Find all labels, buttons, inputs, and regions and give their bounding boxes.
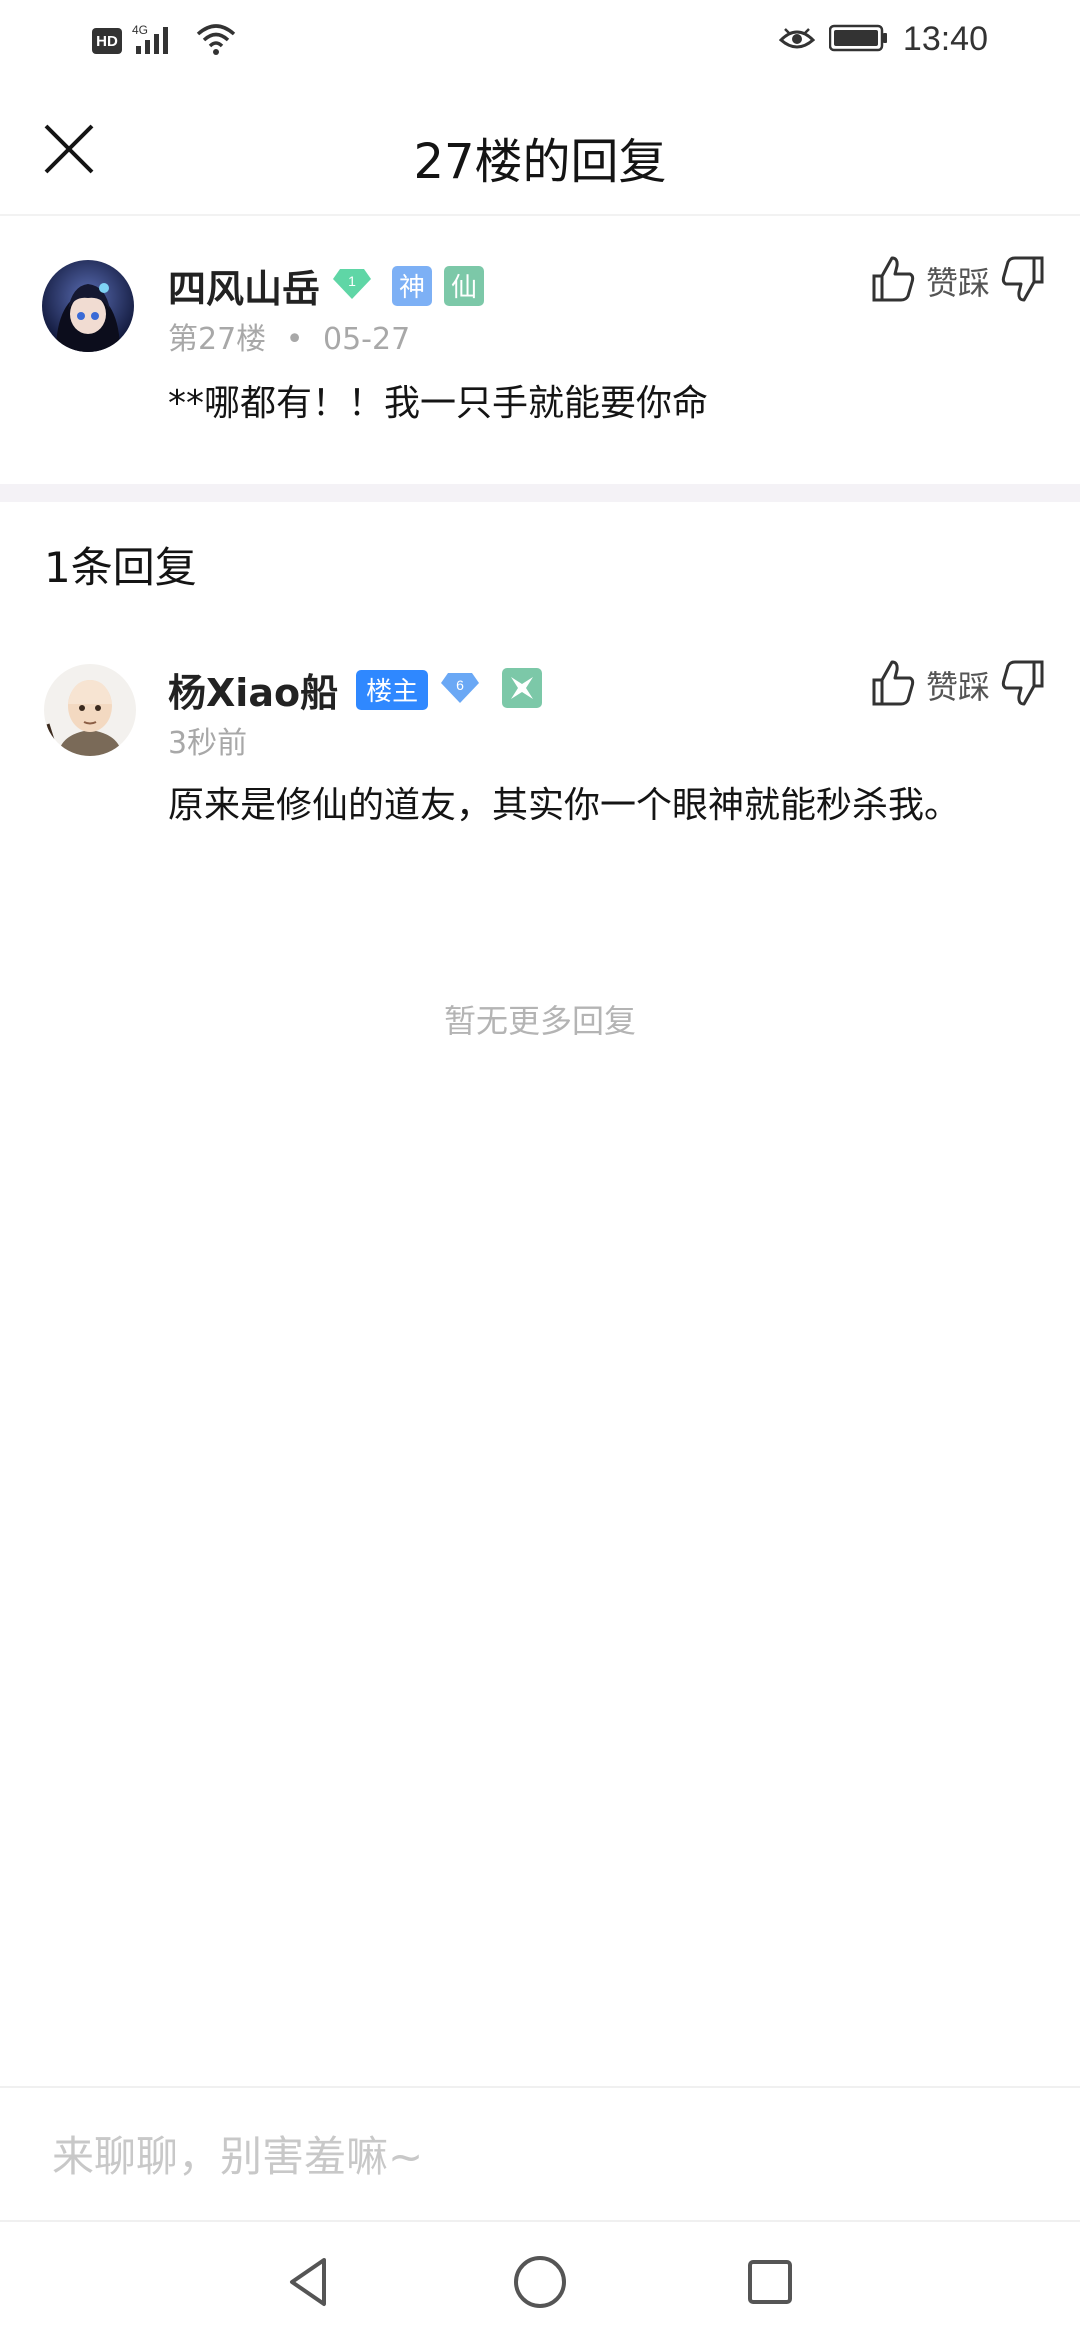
- reply-item: 杨Xiao船 楼主 6 3秒前 原来是修仙的道友，其实你一个眼神就能秒杀我。 赞…: [0, 640, 1080, 900]
- level-number: 1: [348, 273, 356, 289]
- username[interactable]: 四风山岳: [168, 258, 320, 313]
- header: 27楼的回复: [0, 84, 1080, 216]
- reply-content: 原来是修仙的道友，其实你一个眼神就能秒杀我。: [168, 785, 961, 826]
- tag-xian: 仙: [444, 265, 485, 306]
- username[interactable]: 杨Xiao船: [168, 662, 338, 717]
- thumbs-up-icon[interactable]: [870, 658, 916, 712]
- reply-count: 1条回复: [44, 543, 197, 592]
- section-divider: [0, 484, 1080, 502]
- hd-badge: HD: [92, 28, 122, 54]
- level-badge-icon: 1: [332, 267, 372, 305]
- svg-text:4G: 4G: [132, 23, 148, 37]
- vote-label: 赞踩: [925, 668, 990, 706]
- comment-input[interactable]: [52, 2124, 1032, 2188]
- no-more-replies: 暂无更多回复: [443, 1002, 636, 1040]
- thumbs-down-icon[interactable]: [1000, 254, 1046, 308]
- level-number: 6: [456, 677, 464, 693]
- comment-bar: [0, 2086, 1080, 2220]
- vote-label: 赞踩: [925, 264, 990, 302]
- floor-number: 第27楼: [168, 322, 267, 357]
- reply-time: 3秒前: [168, 726, 248, 761]
- vote-group: 赞踩: [870, 254, 1046, 308]
- owner-badge: 楼主: [356, 669, 429, 710]
- signal-icon: 4G: [132, 22, 186, 60]
- tag-shen: 神: [392, 265, 433, 306]
- eye-icon: [778, 24, 816, 56]
- recents-icon[interactable]: [738, 2250, 802, 2314]
- system-nav-bar: [0, 2220, 1080, 2340]
- post-meta: 第27楼 • 05-27: [168, 314, 410, 358]
- avatar[interactable]: [44, 664, 136, 756]
- meta-separator: •: [285, 322, 304, 357]
- home-icon[interactable]: [508, 2250, 572, 2314]
- avatar[interactable]: [42, 260, 134, 352]
- level-badge-icon: 6: [440, 671, 480, 709]
- status-left: HD 4G: [92, 22, 236, 60]
- post-content: **哪都有！！我一只手就能要你命: [168, 383, 709, 424]
- thumbs-up-icon[interactable]: [870, 254, 916, 308]
- floor-post: 四风山岳 1 神 仙 第27楼 • 05-27 **哪都有！！我一只手就能要你命…: [0, 216, 1080, 484]
- medal-icon: [502, 667, 543, 712]
- clock: 13:40: [902, 20, 988, 58]
- wifi-icon: [196, 22, 236, 60]
- page-title: 27楼的回复: [413, 134, 667, 190]
- status-bar: HD 4G 13:40: [0, 0, 1080, 84]
- back-icon[interactable]: [278, 2250, 342, 2314]
- reply-author-row: 杨Xiao船 楼主 6: [168, 662, 543, 717]
- thumbs-down-icon[interactable]: [1000, 658, 1046, 712]
- status-right: 13:40: [778, 20, 988, 59]
- battery-icon: [828, 23, 889, 57]
- post-date: 05-27: [322, 322, 411, 357]
- vote-group: 赞踩: [870, 658, 1046, 712]
- post-author-row: 四风山岳 1 神 仙: [168, 258, 485, 313]
